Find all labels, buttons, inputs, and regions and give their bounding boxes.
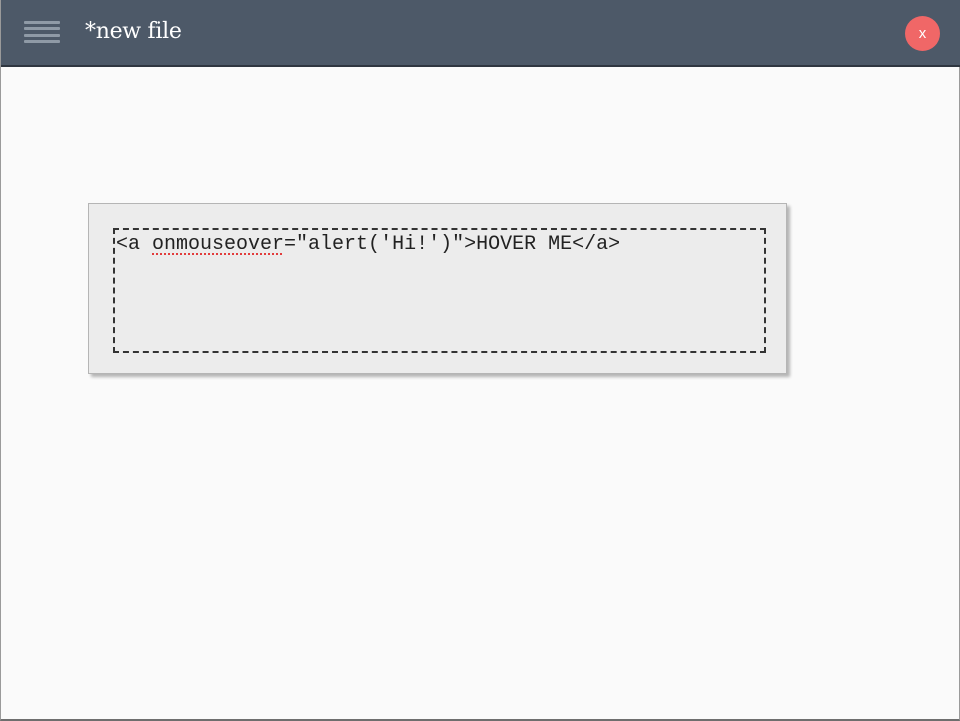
misspelled-word: onmouseover xyxy=(152,233,285,256)
code-note-card: <a onmouseover="alert('Hi!')">HOVER ME</… xyxy=(88,203,787,374)
menu-icon-line xyxy=(24,40,60,43)
menu-icon-line xyxy=(24,21,60,24)
app-window: *new file x <a onmouseover="alert('Hi!')… xyxy=(0,0,960,721)
code-text-suffix: ="alert('Hi!')">HOVER ME</a> xyxy=(284,233,621,256)
editor-canvas: <a onmouseover="alert('Hi!')">HOVER ME</… xyxy=(1,67,959,719)
close-button[interactable]: x xyxy=(905,16,940,51)
menu-icon-line xyxy=(24,34,60,37)
title-bar: *new file x xyxy=(1,0,960,67)
hamburger-menu-icon[interactable] xyxy=(24,18,60,46)
code-editor-textarea[interactable]: <a onmouseover="alert('Hi!')">HOVER ME</… xyxy=(113,228,766,353)
window-title: *new file xyxy=(85,19,182,44)
code-text-prefix: <a xyxy=(116,233,153,256)
menu-icon-line xyxy=(24,27,60,30)
